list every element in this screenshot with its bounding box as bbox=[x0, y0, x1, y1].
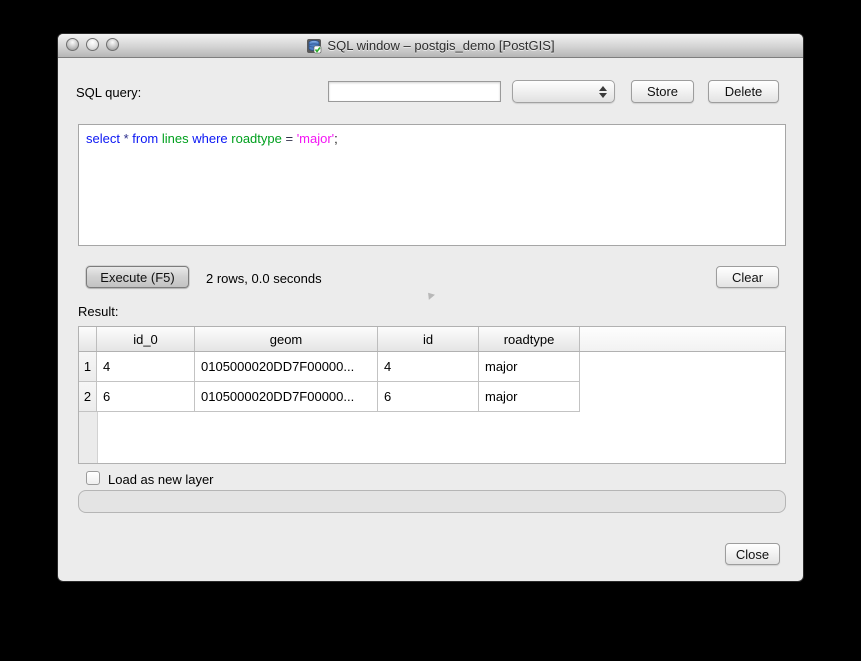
row-number-cell[interactable]: 1 bbox=[79, 352, 97, 382]
load-as-new-layer-checkbox[interactable] bbox=[86, 471, 100, 485]
database-icon bbox=[306, 38, 322, 54]
sql-token: from bbox=[132, 131, 162, 146]
row-number-header[interactable] bbox=[79, 327, 97, 351]
sql-token: select bbox=[86, 131, 124, 146]
column-header-id[interactable]: id bbox=[378, 327, 479, 351]
table-cell[interactable]: 6 bbox=[97, 382, 195, 412]
column-header-geom[interactable]: geom bbox=[195, 327, 378, 351]
sql-token: roadtype bbox=[231, 131, 285, 146]
sql-token: * bbox=[124, 131, 133, 146]
execute-button[interactable]: Execute (F5) bbox=[86, 266, 189, 288]
table-cell[interactable]: 6 bbox=[378, 382, 479, 412]
sql-token: where bbox=[192, 131, 231, 146]
new-layer-name-input bbox=[78, 490, 786, 513]
result-table: id_0 geom id roadtype 140105000020DD7F00… bbox=[78, 326, 786, 464]
execute-button-label: Execute (F5) bbox=[100, 270, 174, 285]
sql-window: SQL window – postgis_demo [PostGIS] SQL … bbox=[57, 33, 804, 582]
table-row-filler bbox=[580, 352, 785, 382]
table-cell[interactable]: 0105000020DD7F00000... bbox=[195, 382, 378, 412]
sql-token: lines bbox=[162, 131, 192, 146]
column-header-filler bbox=[580, 327, 785, 351]
sql-token: ; bbox=[334, 131, 338, 146]
stepper-arrows-icon bbox=[599, 81, 607, 102]
delete-button[interactable]: Delete bbox=[708, 80, 779, 103]
delete-button-label: Delete bbox=[725, 84, 763, 99]
minimize-window-button[interactable] bbox=[86, 38, 99, 51]
zoom-window-button[interactable] bbox=[106, 38, 119, 51]
clear-button-label: Clear bbox=[732, 270, 763, 285]
store-button-label: Store bbox=[647, 84, 678, 99]
close-window-button[interactable] bbox=[66, 38, 79, 51]
clear-button[interactable]: Clear bbox=[716, 266, 779, 288]
result-table-header: id_0 geom id roadtype bbox=[79, 327, 785, 352]
table-row-filler bbox=[580, 382, 785, 412]
sql-editor-code: select * from lines where roadtype = 'ma… bbox=[86, 131, 778, 146]
store-button[interactable]: Store bbox=[631, 80, 694, 103]
sql-query-label: SQL query: bbox=[76, 85, 141, 100]
title-bar[interactable]: SQL window – postgis_demo [PostGIS] bbox=[58, 34, 803, 58]
stored-query-select[interactable] bbox=[512, 80, 615, 103]
row-number-strip bbox=[79, 412, 98, 464]
column-header-id_0[interactable]: id_0 bbox=[97, 327, 195, 351]
close-button-label: Close bbox=[736, 547, 769, 562]
sql-token: 'major' bbox=[297, 131, 334, 146]
query-name-input[interactable] bbox=[328, 81, 501, 102]
window-title: SQL window – postgis_demo [PostGIS] bbox=[327, 38, 554, 53]
result-label: Result: bbox=[78, 304, 118, 319]
row-number-cell[interactable]: 2 bbox=[79, 382, 97, 412]
desktop-background: SQL window – postgis_demo [PostGIS] SQL … bbox=[0, 0, 861, 661]
result-table-body: 140105000020DD7F00000...4major2601050000… bbox=[79, 352, 785, 412]
mouse-cursor bbox=[426, 292, 434, 299]
table-row[interactable]: 140105000020DD7F00000...4major bbox=[79, 352, 785, 382]
table-row[interactable]: 260105000020DD7F00000...6major bbox=[79, 382, 785, 412]
sql-token: = bbox=[285, 131, 296, 146]
table-cell[interactable]: 0105000020DD7F00000... bbox=[195, 352, 378, 382]
close-button[interactable]: Close bbox=[725, 543, 780, 565]
table-cell[interactable]: major bbox=[479, 382, 580, 412]
query-status-text: 2 rows, 0.0 seconds bbox=[206, 271, 322, 286]
column-header-roadtype[interactable]: roadtype bbox=[479, 327, 580, 351]
table-cell[interactable]: 4 bbox=[378, 352, 479, 382]
table-cell[interactable]: 4 bbox=[97, 352, 195, 382]
table-cell[interactable]: major bbox=[479, 352, 580, 382]
sql-editor[interactable]: select * from lines where roadtype = 'ma… bbox=[78, 124, 786, 246]
load-as-new-layer-label[interactable]: Load as new layer bbox=[108, 472, 214, 487]
